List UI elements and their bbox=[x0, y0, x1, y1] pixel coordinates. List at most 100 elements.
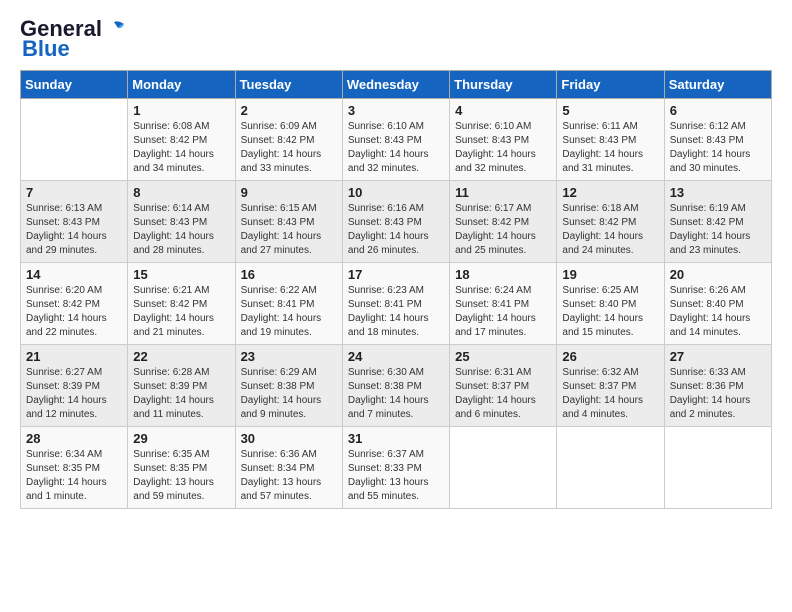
day-number: 23 bbox=[241, 349, 337, 364]
day-number: 20 bbox=[670, 267, 766, 282]
calendar-cell: 20 Sunrise: 6:26 AM Sunset: 8:40 PM Dayli… bbox=[664, 263, 771, 345]
calendar-cell: 29 Sunrise: 6:35 AM Sunset: 8:35 PM Dayli… bbox=[128, 427, 235, 509]
calendar-cell: 31 Sunrise: 6:37 AM Sunset: 8:33 PM Dayli… bbox=[342, 427, 449, 509]
day-info: Sunrise: 6:25 AM Sunset: 8:40 PM Dayligh… bbox=[562, 284, 658, 340]
day-info: Sunrise: 6:13 AM Sunset: 8:43 PM Dayligh… bbox=[26, 202, 122, 258]
calendar-cell: 11Sunrise: 6:17 AM Sunset: 8:42 PM Dayli… bbox=[450, 181, 557, 263]
day-number: 19 bbox=[562, 267, 658, 282]
day-number: 27 bbox=[670, 349, 766, 364]
day-info: Sunrise: 6:21 AM Sunset: 8:42 PM Dayligh… bbox=[133, 284, 229, 340]
calendar-cell: 4Sunrise: 6:10 AM Sunset: 8:43 PM Daylig… bbox=[450, 99, 557, 181]
calendar-cell: 21 Sunrise: 6:27 AM Sunset: 8:39 PM Dayli… bbox=[21, 345, 128, 427]
day-info: Sunrise: 6:18 AM Sunset: 8:42 PM Dayligh… bbox=[562, 202, 658, 258]
day-number: 13 bbox=[670, 185, 766, 200]
calendar-cell: 16 Sunrise: 6:22 AM Sunset: 8:41 PM Dayli… bbox=[235, 263, 342, 345]
calendar-cell: 10 Sunrise: 6:16 AM Sunset: 8:43 PM Dayli… bbox=[342, 181, 449, 263]
day-info: Sunrise: 6:22 AM Sunset: 8:41 PM Dayligh… bbox=[241, 284, 337, 340]
calendar-cell: 25 Sunrise: 6:31 AM Sunset: 8:37 PM Dayli… bbox=[450, 345, 557, 427]
day-number: 29 bbox=[133, 431, 229, 446]
calendar-cell bbox=[450, 427, 557, 509]
calendar-cell: 27 Sunrise: 6:33 AM Sunset: 8:36 PM Dayli… bbox=[664, 345, 771, 427]
col-header-tuesday: Tuesday bbox=[235, 71, 342, 99]
day-number: 10 bbox=[348, 185, 444, 200]
day-number: 30 bbox=[241, 431, 337, 446]
day-number: 17 bbox=[348, 267, 444, 282]
day-number: 18 bbox=[455, 267, 551, 282]
calendar-table: SundayMondayTuesdayWednesdayThursdayFrid… bbox=[20, 70, 772, 509]
day-number: 7 bbox=[26, 185, 122, 200]
calendar-cell: 24 Sunrise: 6:30 AM Sunset: 8:38 PM Dayli… bbox=[342, 345, 449, 427]
calendar-cell: 30 Sunrise: 6:36 AM Sunset: 8:34 PM Dayli… bbox=[235, 427, 342, 509]
day-info: Sunrise: 6:14 AM Sunset: 8:43 PM Dayligh… bbox=[133, 202, 229, 258]
day-number: 16 bbox=[241, 267, 337, 282]
calendar-cell: 23Sunrise: 6:29 AM Sunset: 8:38 PM Dayli… bbox=[235, 345, 342, 427]
day-number: 31 bbox=[348, 431, 444, 446]
day-info: Sunrise: 6:20 AM Sunset: 8:42 PM Dayligh… bbox=[26, 284, 122, 340]
calendar-cell: 17 Sunrise: 6:23 AM Sunset: 8:41 PM Dayli… bbox=[342, 263, 449, 345]
calendar-cell: 28 Sunrise: 6:34 AM Sunset: 8:35 PM Dayli… bbox=[21, 427, 128, 509]
col-header-wednesday: Wednesday bbox=[342, 71, 449, 99]
day-number: 4 bbox=[455, 103, 551, 118]
day-number: 28 bbox=[26, 431, 122, 446]
day-info: Sunrise: 6:30 AM Sunset: 8:38 PM Dayligh… bbox=[348, 366, 444, 422]
col-header-thursday: Thursday bbox=[450, 71, 557, 99]
day-info: Sunrise: 6:16 AM Sunset: 8:43 PM Dayligh… bbox=[348, 202, 444, 258]
logo-bird-icon bbox=[104, 20, 126, 38]
day-info: Sunrise: 6:12 AM Sunset: 8:43 PM Dayligh… bbox=[670, 120, 766, 176]
calendar-cell bbox=[557, 427, 664, 509]
calendar-cell: 15 Sunrise: 6:21 AM Sunset: 8:42 PM Dayli… bbox=[128, 263, 235, 345]
day-number: 1 bbox=[133, 103, 229, 118]
calendar-cell: 6 Sunrise: 6:12 AM Sunset: 8:43 PM Daylig… bbox=[664, 99, 771, 181]
day-info: Sunrise: 6:34 AM Sunset: 8:35 PM Dayligh… bbox=[26, 448, 122, 504]
col-header-sunday: Sunday bbox=[21, 71, 128, 99]
calendar-cell: 9 Sunrise: 6:15 AM Sunset: 8:43 PM Daylig… bbox=[235, 181, 342, 263]
day-number: 6 bbox=[670, 103, 766, 118]
day-number: 3 bbox=[348, 103, 444, 118]
logo-blue: Blue bbox=[22, 36, 70, 62]
day-number: 9 bbox=[241, 185, 337, 200]
day-info: Sunrise: 6:11 AM Sunset: 8:43 PM Dayligh… bbox=[562, 120, 658, 176]
day-info: Sunrise: 6:37 AM Sunset: 8:33 PM Dayligh… bbox=[348, 448, 444, 504]
day-info: Sunrise: 6:32 AM Sunset: 8:37 PM Dayligh… bbox=[562, 366, 658, 422]
day-number: 12 bbox=[562, 185, 658, 200]
calendar-cell: 12 Sunrise: 6:18 AM Sunset: 8:42 PM Dayli… bbox=[557, 181, 664, 263]
day-number: 5 bbox=[562, 103, 658, 118]
day-number: 22 bbox=[133, 349, 229, 364]
logo: General Blue bbox=[20, 16, 126, 62]
calendar-cell: 8 Sunrise: 6:14 AM Sunset: 8:43 PM Daylig… bbox=[128, 181, 235, 263]
day-number: 14 bbox=[26, 267, 122, 282]
day-info: Sunrise: 6:23 AM Sunset: 8:41 PM Dayligh… bbox=[348, 284, 444, 340]
calendar-cell: 13Sunrise: 6:19 AM Sunset: 8:42 PM Dayli… bbox=[664, 181, 771, 263]
calendar-cell: 26Sunrise: 6:32 AM Sunset: 8:37 PM Dayli… bbox=[557, 345, 664, 427]
calendar-cell: 3 Sunrise: 6:10 AM Sunset: 8:43 PM Daylig… bbox=[342, 99, 449, 181]
calendar-cell: 2 Sunrise: 6:09 AM Sunset: 8:42 PM Daylig… bbox=[235, 99, 342, 181]
day-info: Sunrise: 6:09 AM Sunset: 8:42 PM Dayligh… bbox=[241, 120, 337, 176]
day-number: 25 bbox=[455, 349, 551, 364]
day-info: Sunrise: 6:31 AM Sunset: 8:37 PM Dayligh… bbox=[455, 366, 551, 422]
day-number: 21 bbox=[26, 349, 122, 364]
day-info: Sunrise: 6:15 AM Sunset: 8:43 PM Dayligh… bbox=[241, 202, 337, 258]
day-number: 15 bbox=[133, 267, 229, 282]
day-number: 2 bbox=[241, 103, 337, 118]
calendar-cell: 14 Sunrise: 6:20 AM Sunset: 8:42 PM Dayli… bbox=[21, 263, 128, 345]
day-info: Sunrise: 6:33 AM Sunset: 8:36 PM Dayligh… bbox=[670, 366, 766, 422]
calendar-cell: 1 Sunrise: 6:08 AM Sunset: 8:42 PM Daylig… bbox=[128, 99, 235, 181]
col-header-friday: Friday bbox=[557, 71, 664, 99]
calendar-cell: 7 Sunrise: 6:13 AM Sunset: 8:43 PM Daylig… bbox=[21, 181, 128, 263]
calendar-cell: 22 Sunrise: 6:28 AM Sunset: 8:39 PM Dayli… bbox=[128, 345, 235, 427]
day-info: Sunrise: 6:10 AM Sunset: 8:43 PM Dayligh… bbox=[348, 120, 444, 176]
day-number: 8 bbox=[133, 185, 229, 200]
calendar-cell: 19 Sunrise: 6:25 AM Sunset: 8:40 PM Dayli… bbox=[557, 263, 664, 345]
day-info: Sunrise: 6:27 AM Sunset: 8:39 PM Dayligh… bbox=[26, 366, 122, 422]
col-header-saturday: Saturday bbox=[664, 71, 771, 99]
calendar-cell: 5 Sunrise: 6:11 AM Sunset: 8:43 PM Daylig… bbox=[557, 99, 664, 181]
day-info: Sunrise: 6:24 AM Sunset: 8:41 PM Dayligh… bbox=[455, 284, 551, 340]
day-info: Sunrise: 6:08 AM Sunset: 8:42 PM Dayligh… bbox=[133, 120, 229, 176]
day-info: Sunrise: 6:26 AM Sunset: 8:40 PM Dayligh… bbox=[670, 284, 766, 340]
day-info: Sunrise: 6:35 AM Sunset: 8:35 PM Dayligh… bbox=[133, 448, 229, 504]
day-info: Sunrise: 6:36 AM Sunset: 8:34 PM Dayligh… bbox=[241, 448, 337, 504]
day-number: 24 bbox=[348, 349, 444, 364]
day-info: Sunrise: 6:28 AM Sunset: 8:39 PM Dayligh… bbox=[133, 366, 229, 422]
calendar-cell bbox=[21, 99, 128, 181]
calendar-cell: 18 Sunrise: 6:24 AM Sunset: 8:41 PM Dayli… bbox=[450, 263, 557, 345]
